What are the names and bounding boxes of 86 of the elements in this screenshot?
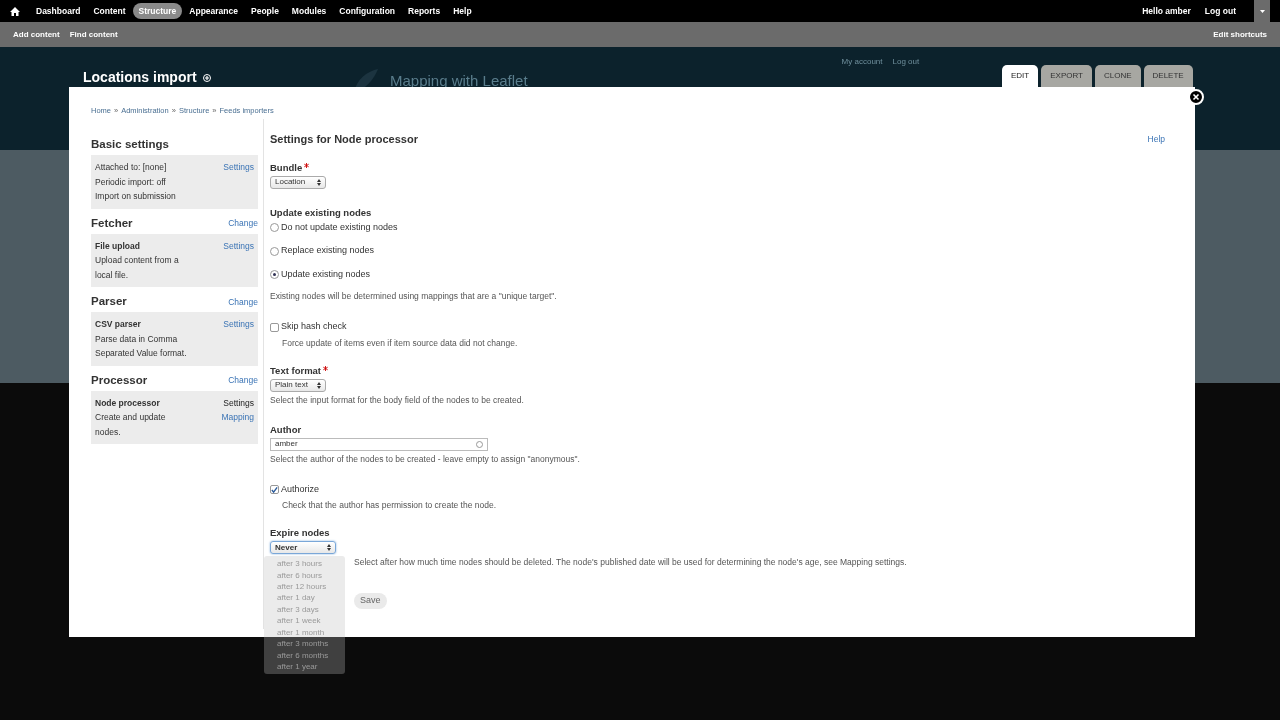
- plugin-link[interactable]: Settings: [223, 160, 254, 175]
- required-asterisk-icon: [304, 162, 310, 168]
- field-label: Bundle: [270, 161, 303, 174]
- site-link[interactable]: My account: [841, 56, 883, 68]
- plugin-description: Import on submission: [95, 190, 176, 204]
- overlay-tab[interactable]: DELETE: [1143, 65, 1193, 87]
- required-asterisk-icon: [323, 365, 329, 371]
- toolbar-menu-item[interactable]: Reports: [402, 2, 447, 20]
- radio-button[interactable]: [270, 223, 279, 232]
- site-link[interactable]: Log out: [892, 56, 920, 68]
- page-title: Locations import: [83, 68, 197, 87]
- dropdown-option[interactable]: after 1 year: [264, 660, 345, 673]
- toolbar-menu-item[interactable]: Appearance: [183, 2, 244, 20]
- section-title: Fetcher: [91, 215, 133, 231]
- shortcuts-toggle[interactable]: [1254, 0, 1270, 22]
- add-shortcut-icon[interactable]: [202, 73, 211, 82]
- shortcut-link[interactable]: Find content: [69, 28, 118, 41]
- toolbar-menu-item[interactable]: Configuration: [333, 2, 402, 20]
- dropdown-option[interactable]: after 6 months: [264, 649, 345, 661]
- overlay-tab[interactable]: EDIT: [1002, 65, 1039, 87]
- field-label: Text format: [270, 364, 322, 377]
- plugin-description: Upload content from a: [95, 254, 179, 268]
- plugin-link[interactable]: Settings: [223, 395, 254, 411]
- toolbar-menu-item[interactable]: People: [245, 2, 285, 20]
- field-description: Force update of items even if item source data did not change.: [281, 337, 519, 349]
- field-description: Check that the author has permission to create the node.: [281, 500, 498, 512]
- change-link[interactable]: Change: [228, 374, 258, 387]
- plugin-name: File upload: [95, 239, 141, 253]
- toolbar-menu-item[interactable]: Content: [87, 2, 132, 20]
- change-link[interactable]: Change: [228, 295, 258, 309]
- settings-title: Settings for Node processor: [270, 132, 418, 148]
- checkbox-label: Skip hash check: [281, 320, 347, 334]
- toolbar-menu-item[interactable]: Help: [447, 2, 478, 20]
- overlay-tab[interactable]: CLONE: [1095, 65, 1141, 87]
- field-label: Author: [270, 423, 302, 436]
- plugin-link[interactable]: Settings: [223, 317, 254, 332]
- select-field[interactable]: Plain text: [270, 378, 326, 392]
- field-description: Select the author of the nodes to be created - leave empty to assign "anonymous".: [270, 453, 581, 465]
- edit-shortcuts-link[interactable]: Edit shortcuts: [1213, 28, 1267, 41]
- overlay-tab[interactable]: EXPORT: [1041, 65, 1092, 87]
- section-title: Processor: [91, 372, 148, 388]
- plugin-description: Attached to: [none]: [95, 161, 168, 175]
- plugin-description: local file.: [95, 268, 130, 282]
- save-button[interactable]: Save: [354, 593, 387, 609]
- stepper-icon: [327, 544, 331, 552]
- toolbar-menu-item[interactable]: Structure: [132, 2, 183, 20]
- toolbar-menu-item[interactable]: Dashboard: [30, 2, 87, 20]
- plugin-description: Periodic import: off: [95, 175, 167, 189]
- plugin-description: Parse data in Comma: [95, 332, 179, 346]
- checkbox[interactable]: [270, 485, 279, 494]
- radio-button[interactable]: [270, 246, 279, 256]
- home-icon[interactable]: [10, 6, 20, 16]
- caret-icon: [1259, 9, 1265, 13]
- plugin-link[interactable]: Settings: [223, 238, 254, 254]
- radio-button[interactable]: [270, 270, 279, 279]
- toolbar-menu-item[interactable]: Modules: [285, 2, 333, 20]
- stepper-icon: [317, 381, 321, 389]
- checkbox-label: Authorize: [281, 482, 320, 496]
- plugin-name: Node processor: [95, 396, 161, 410]
- plugin-link[interactable]: Mapping: [221, 410, 254, 425]
- help-link[interactable]: Help: [1147, 133, 1165, 148]
- stepper-icon: [317, 178, 321, 186]
- shortcut-link[interactable]: Add content: [13, 28, 60, 41]
- dropdown-option[interactable]: after 3 months: [264, 638, 345, 650]
- section-title: Basic settings: [91, 137, 169, 152]
- field-description: Select after how much time nodes should be deleted. The node's published date will be used for determining the node's age, see Mapping settings.: [354, 557, 908, 569]
- close-icon[interactable]: [1188, 89, 1204, 105]
- radio-label: Update existing nodes: [281, 267, 371, 281]
- change-link[interactable]: Change: [228, 217, 258, 230]
- author-field[interactable]: amber: [270, 437, 488, 451]
- select-field[interactable]: Never: [270, 541, 336, 555]
- radio-label: Do not update existing nodes: [281, 220, 398, 234]
- plugin-description: Create and update: [95, 411, 166, 425]
- select-field[interactable]: Location: [270, 175, 326, 189]
- section-title: Parser: [91, 294, 127, 309]
- radio-label: Replace existing nodes: [281, 244, 375, 258]
- field-description: Existing nodes will be determined using mappings that are a "unique target".: [270, 291, 558, 303]
- user-greeting: Hello amber: [1142, 4, 1191, 18]
- logout-link[interactable]: Log out: [1204, 4, 1236, 18]
- field-label: Update existing nodes: [270, 206, 372, 219]
- field-description: Select the input format for the body field of the nodes to be created.: [270, 394, 525, 406]
- field-label: Expire nodes: [270, 527, 330, 540]
- plugin-description: nodes.: [95, 425, 122, 439]
- plugin-name: CSV parser: [95, 318, 142, 332]
- plugin-description: Separated Value format.: [95, 347, 187, 361]
- checkbox[interactable]: [270, 322, 279, 332]
